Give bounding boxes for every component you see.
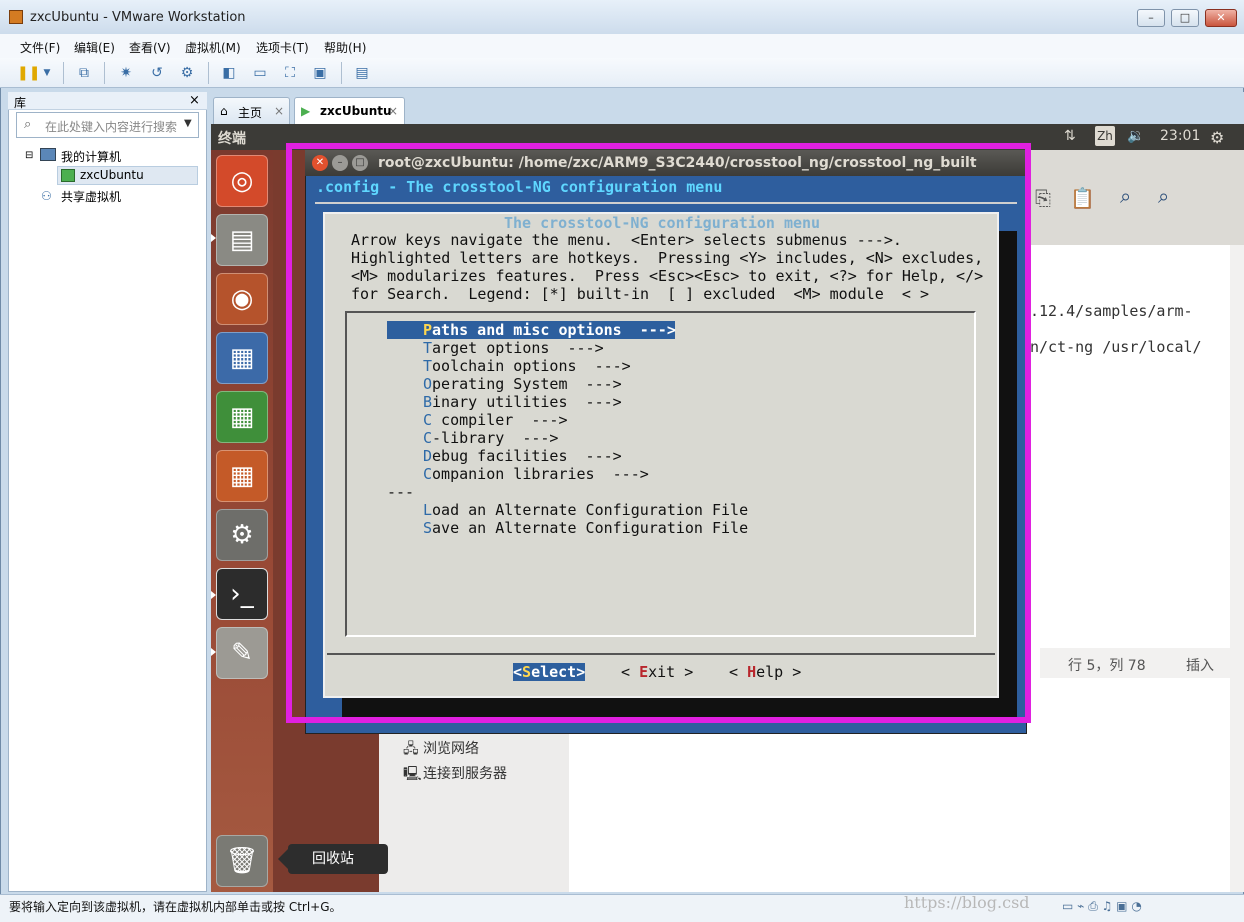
connect-server-item: 连接到服务器 (423, 766, 507, 782)
trash-tooltip: 回收站 (278, 844, 388, 874)
tree-item-shared-vms[interactable]: 共享虚拟机 (61, 188, 121, 205)
annotation-highlight-box (286, 143, 1031, 723)
volume-icon[interactable]: 🔉 (1127, 128, 1144, 144)
writer-icon[interactable]: ▦ (216, 332, 268, 384)
tree-item-my-computer[interactable]: 我的计算机 (61, 148, 121, 165)
network-icon: 🖧 (403, 741, 419, 757)
browse-network-item: 浏览网络 (423, 741, 479, 757)
background-toolbar (1030, 150, 1244, 245)
menu-tabs[interactable]: 选项卡(T) (256, 39, 309, 56)
toolbar-separator (63, 62, 64, 84)
close-button[interactable]: ✕ (1205, 9, 1237, 27)
chevron-down-icon[interactable]: ▼ (38, 64, 56, 82)
network-transfer-icon[interactable]: ⇅ (1064, 128, 1076, 144)
replace-icon: ⌕ (1158, 184, 1170, 208)
system-settings-icon[interactable]: ⚙ (216, 509, 268, 561)
library-title: 库 (14, 96, 27, 110)
toolbar-separator (104, 62, 105, 84)
background-line-1: .12.4/samples/arm- (1030, 302, 1193, 320)
tab-home[interactable]: ⌂ 主页 × (213, 97, 290, 124)
unity-icon[interactable]: ▣ (311, 64, 329, 82)
menu-view[interactable]: 查看(V) (129, 39, 171, 56)
library-header (8, 92, 207, 110)
find-icon: ⌕ (1120, 184, 1132, 208)
server-icon: 🖳 (403, 766, 422, 782)
running-indicator (211, 648, 216, 656)
tab-home-label: 主页 (238, 106, 263, 120)
shared-vm-icon: ⚇ (41, 189, 52, 203)
background-insert-mode: 插入 (1186, 658, 1214, 674)
tab-zxcubuntu-label: zxcUbuntu (320, 104, 392, 118)
stretch-guest-icon[interactable]: ▤ (353, 64, 371, 82)
home-icon: ⌂ (220, 104, 228, 118)
clock[interactable]: 23:01 (1160, 128, 1200, 144)
menu-help[interactable]: 帮助(H) (324, 39, 366, 56)
fullscreen-icon[interactable]: ⛶ (281, 64, 299, 82)
text-editor-icon[interactable]: ✎ (216, 627, 268, 679)
library-close-icon[interactable]: × (189, 93, 200, 108)
watermark: https://blog.csd (904, 893, 1030, 912)
pause-icon[interactable]: ❚❚ (17, 64, 40, 82)
background-line-2: n/ct-ng /usr/local/ (1030, 338, 1202, 356)
vm-running-icon (61, 169, 75, 182)
minimize-button[interactable]: – (1137, 9, 1165, 27)
window-title: zxcUbuntu - VMware Workstation (30, 10, 246, 25)
trash-icon[interactable]: 🗑 (216, 835, 268, 887)
vmware-app-icon (9, 10, 23, 24)
device-icons[interactable]: ▭ ⌁ ⎙ ♫ ▣ ◔ (1062, 899, 1142, 914)
tree-item-zxcubuntu[interactable]: zxcUbuntu (80, 168, 144, 182)
paste-icon: 📋 (1070, 186, 1095, 210)
snapshot-manager-icon[interactable]: ⚙ (178, 64, 196, 82)
menu-file[interactable]: 文件(F) (20, 39, 60, 56)
copy-icon: ⎘ (1035, 186, 1051, 210)
firefox-icon[interactable]: ◉ (216, 273, 268, 325)
ubuntu-dash-icon[interactable]: ◎ (216, 155, 268, 207)
impress-icon[interactable]: ▦ (216, 450, 268, 502)
menu-edit[interactable]: 编辑(E) (74, 39, 115, 56)
menu-vm[interactable]: 虚拟机(M) (185, 39, 241, 56)
chevron-down-icon[interactable]: ▼ (184, 118, 192, 129)
library-search-placeholder: 在此处键入内容进行搜索 (45, 120, 178, 134)
collapse-icon[interactable]: ⊟ (25, 150, 33, 161)
calc-icon[interactable]: ▦ (216, 391, 268, 443)
background-row-col: 行 5，列 78 (1068, 658, 1146, 674)
active-app-label: 终端 (218, 131, 246, 147)
revert-snapshot-icon[interactable]: ↺ (148, 64, 166, 82)
toolbar-separator (208, 62, 209, 84)
status-text: 要将输入定向到该虚拟机，请在虚拟机内部单击或按 Ctrl+G。 (9, 900, 342, 914)
computer-icon (40, 148, 56, 161)
running-indicator (211, 234, 216, 242)
maximize-button[interactable]: □ (1171, 9, 1199, 27)
snapshot-icon[interactable]: ✷ (117, 64, 135, 82)
library-view-icon[interactable]: ◧ (220, 64, 238, 82)
console-view-icon[interactable]: ▭ (251, 64, 269, 82)
network-icon[interactable]: ⧉ (75, 64, 93, 82)
input-method-indicator[interactable]: Zh (1095, 126, 1115, 146)
tab-zxcubuntu[interactable]: ▶ zxcUbuntu × (294, 97, 405, 124)
toolbar-separator (341, 62, 342, 84)
files-icon[interactable]: ▤ (216, 214, 268, 266)
search-icon: ⌕ (24, 117, 32, 132)
vm-running-icon: ▶ (301, 104, 311, 118)
gear-icon[interactable]: ⚙ (1210, 128, 1224, 147)
tab-home-close-icon[interactable]: × (274, 104, 284, 118)
running-indicator (211, 591, 216, 599)
library-panel (8, 92, 207, 892)
tab-zxcubuntu-close-icon[interactable]: × (388, 104, 398, 118)
terminal-icon[interactable]: ›_ (216, 568, 268, 620)
